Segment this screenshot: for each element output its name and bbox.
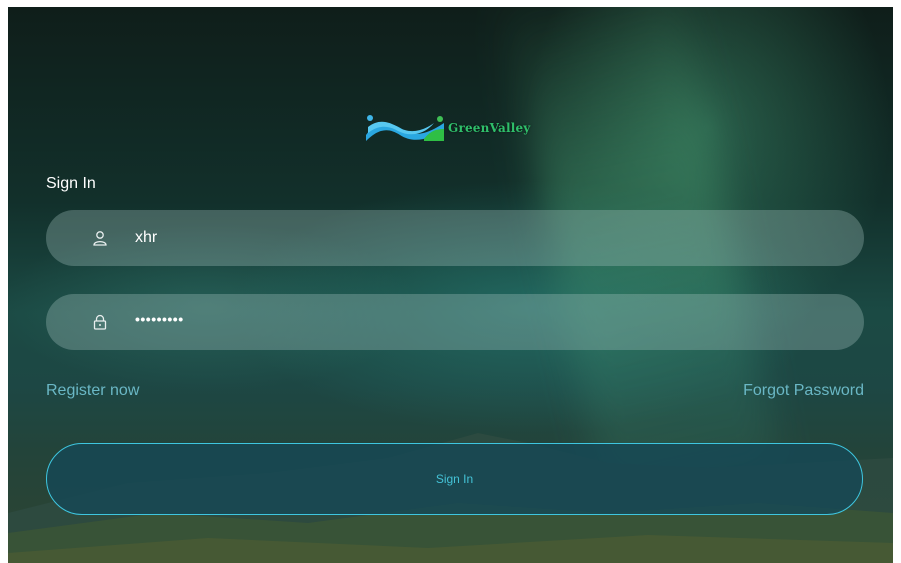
- greenvalley-logo: GreenValley: [364, 111, 530, 145]
- login-screen: GreenValley Sign In xhr ••••••••• Regist…: [8, 7, 893, 563]
- lock-icon: [93, 314, 107, 330]
- password-field[interactable]: •••••••••: [46, 294, 864, 350]
- logo-text: GreenValley: [448, 121, 531, 135]
- register-now-link[interactable]: Register now: [46, 382, 139, 400]
- username-field[interactable]: xhr: [46, 210, 864, 266]
- sign-in-title: Sign In: [46, 175, 96, 192]
- forgot-password-link[interactable]: Forgot Password: [743, 382, 864, 400]
- user-icon: [93, 231, 107, 246]
- username-value: xhr: [135, 229, 158, 246]
- sign-in-button[interactable]: Sign In: [46, 443, 863, 515]
- password-value: •••••••••: [135, 311, 184, 327]
- greenvalley-wave-icon: [366, 115, 444, 141]
